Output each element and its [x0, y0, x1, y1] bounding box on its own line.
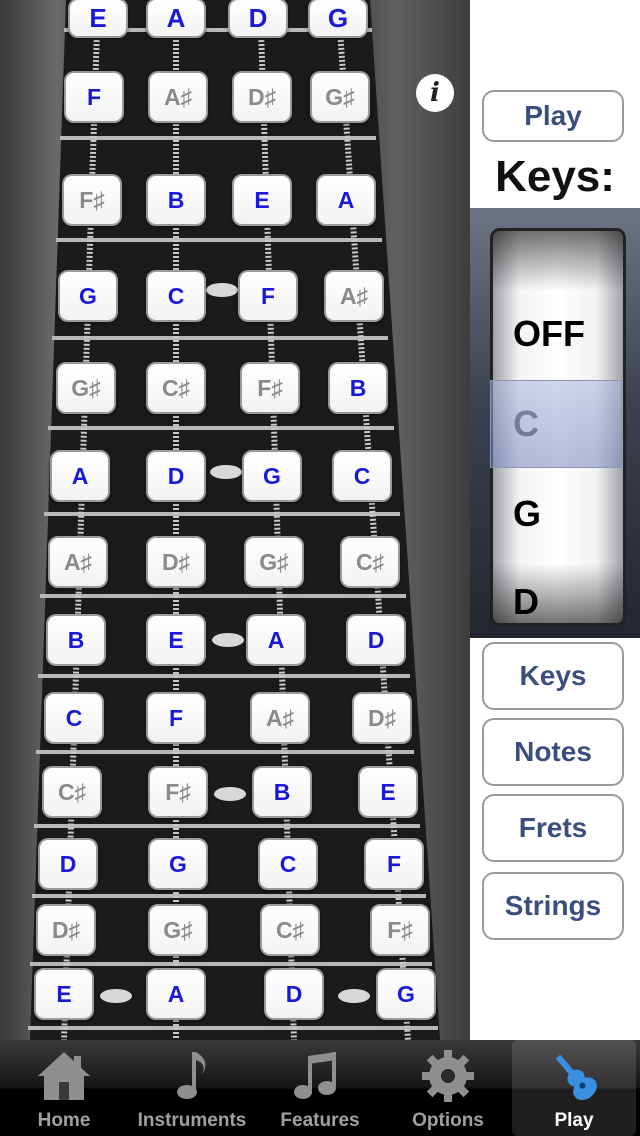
tab-play[interactable]: Play [512, 1040, 636, 1136]
tab-play-label: Play [554, 1110, 594, 1131]
tab-bar: Home Instruments Features Options Play [0, 1040, 640, 1136]
home-icon [38, 1052, 90, 1100]
picker-option-off[interactable]: OFF [513, 313, 585, 355]
picker-bottom-shade [493, 563, 623, 623]
fret-note-key[interactable]: A [316, 174, 376, 226]
fret-note-key[interactable]: G [376, 968, 436, 1020]
fret-note-key[interactable]: C [44, 692, 104, 744]
fret-note-key[interactable]: C♯ [42, 766, 102, 818]
fret-note-key[interactable]: G [148, 838, 208, 890]
fret-note-key[interactable]: D♯ [232, 71, 292, 123]
fret-note-key[interactable]: F♯ [148, 766, 208, 818]
gear-icon [422, 1050, 474, 1102]
fret-note-key[interactable]: D♯ [146, 536, 206, 588]
fret-note-key[interactable]: A♯ [48, 536, 108, 588]
frets-button[interactable]: Frets [482, 794, 624, 862]
fret-note-key[interactable]: C♯ [340, 536, 400, 588]
fretboard[interactable]: E A D G F A♯ D♯ G♯ F♯ B E A G C F A♯ G♯ C♯ F♯ B A D G C A♯ D♯ G♯ C♯… [0, 0, 470, 1040]
fret-note-key[interactable]: G [58, 270, 118, 322]
notes-button-label: Notes [514, 736, 592, 767]
fret-note-key[interactable]: F [364, 838, 424, 890]
keys-button[interactable]: Keys [482, 642, 624, 710]
fret-note-key[interactable]: G [242, 450, 302, 502]
fret-note-key[interactable]: A [146, 968, 206, 1020]
fret-note-key[interactable]: C♯ [146, 362, 206, 414]
fret-note-key[interactable]: D [146, 450, 206, 502]
fret-note-key[interactable]: G♯ [310, 71, 370, 123]
fret-note-key[interactable]: F♯ [370, 904, 430, 956]
tab-instruments-label: Instruments [137, 1110, 247, 1131]
info-icon: i [430, 78, 440, 108]
fret-note-key[interactable]: D♯ [352, 692, 412, 744]
open-string-note-key[interactable]: A [146, 0, 206, 38]
frets-button-label: Frets [518, 812, 588, 843]
play-button-label: Play [524, 100, 582, 131]
fret-note-key[interactable]: C♯ [260, 904, 320, 956]
fret-note-key[interactable]: E [358, 766, 418, 818]
guitar-icon [555, 1054, 597, 1101]
fret-note-key[interactable]: D♯ [36, 904, 96, 956]
fret-note-key[interactable]: B [46, 614, 106, 666]
info-button[interactable]: i [416, 74, 454, 112]
fret-note-key[interactable]: B [146, 174, 206, 226]
music-notes-icon [294, 1052, 336, 1099]
fret-note-key[interactable]: B [328, 362, 388, 414]
fret-note-key[interactable]: F♯ [62, 174, 122, 226]
fret-note-key[interactable]: F♯ [240, 362, 300, 414]
tab-options-label: Options [412, 1110, 484, 1131]
note-icon [177, 1052, 206, 1099]
app-window: E A D G F A♯ D♯ G♯ F♯ B E A G C F A♯ G♯ C♯ F♯ B A D G C A♯ D♯ G♯ C♯… [0, 0, 640, 1136]
open-string-note-key[interactable]: E [68, 0, 128, 38]
fret-note-key[interactable]: A♯ [148, 71, 208, 123]
fret-note-key[interactable]: F [146, 692, 206, 744]
fret-note-key[interactable]: D [38, 838, 98, 890]
fret-note-key[interactable]: G♯ [148, 904, 208, 956]
fret-note-key[interactable]: D [346, 614, 406, 666]
fret-note-key[interactable]: E [34, 968, 94, 1020]
fret-note-key[interactable]: D [264, 968, 324, 1020]
fret-note-key[interactable]: E [146, 614, 206, 666]
fret-note-key[interactable]: B [252, 766, 312, 818]
open-string-note-key[interactable]: G [308, 0, 368, 38]
play-button[interactable]: Play [482, 90, 624, 142]
keys-button-label: Keys [519, 660, 587, 691]
tab-instruments[interactable]: Instruments [128, 1040, 256, 1136]
picker-option-g[interactable]: G [513, 493, 541, 535]
strings-button[interactable]: Strings [482, 872, 624, 940]
notes-button[interactable]: Notes [482, 718, 624, 786]
fret-note-key[interactable]: F [64, 71, 124, 123]
fret-note-key[interactable]: A♯ [324, 270, 384, 322]
fret-note-key[interactable]: E [232, 174, 292, 226]
tab-features-label: Features [280, 1110, 360, 1131]
tab-home-label: Home [37, 1110, 91, 1131]
strings-button-label: Strings [504, 890, 602, 921]
tab-options[interactable]: Options [384, 1040, 512, 1136]
fret-note-key[interactable]: C [258, 838, 318, 890]
fret-note-key[interactable]: C [332, 450, 392, 502]
picker-top-shade [493, 231, 623, 291]
fret-note-key[interactable]: A [50, 450, 110, 502]
fret-note-key[interactable]: G♯ [56, 362, 116, 414]
fret-note-key[interactable]: A [246, 614, 306, 666]
tab-home[interactable]: Home [0, 1040, 128, 1136]
fret-note-key[interactable]: A♯ [250, 692, 310, 744]
fret-note-key[interactable]: F [238, 270, 298, 322]
picker-selection-bar [490, 380, 622, 468]
fret-note-key[interactable]: G♯ [244, 536, 304, 588]
keys-title: Keys: [495, 152, 615, 201]
open-string-note-key[interactable]: D [228, 0, 288, 38]
fret-note-key[interactable]: C [146, 270, 206, 322]
tab-features[interactable]: Features [256, 1040, 384, 1136]
side-panel: Play Keys: OFF C G D Keys Notes Frets St… [470, 0, 640, 1040]
